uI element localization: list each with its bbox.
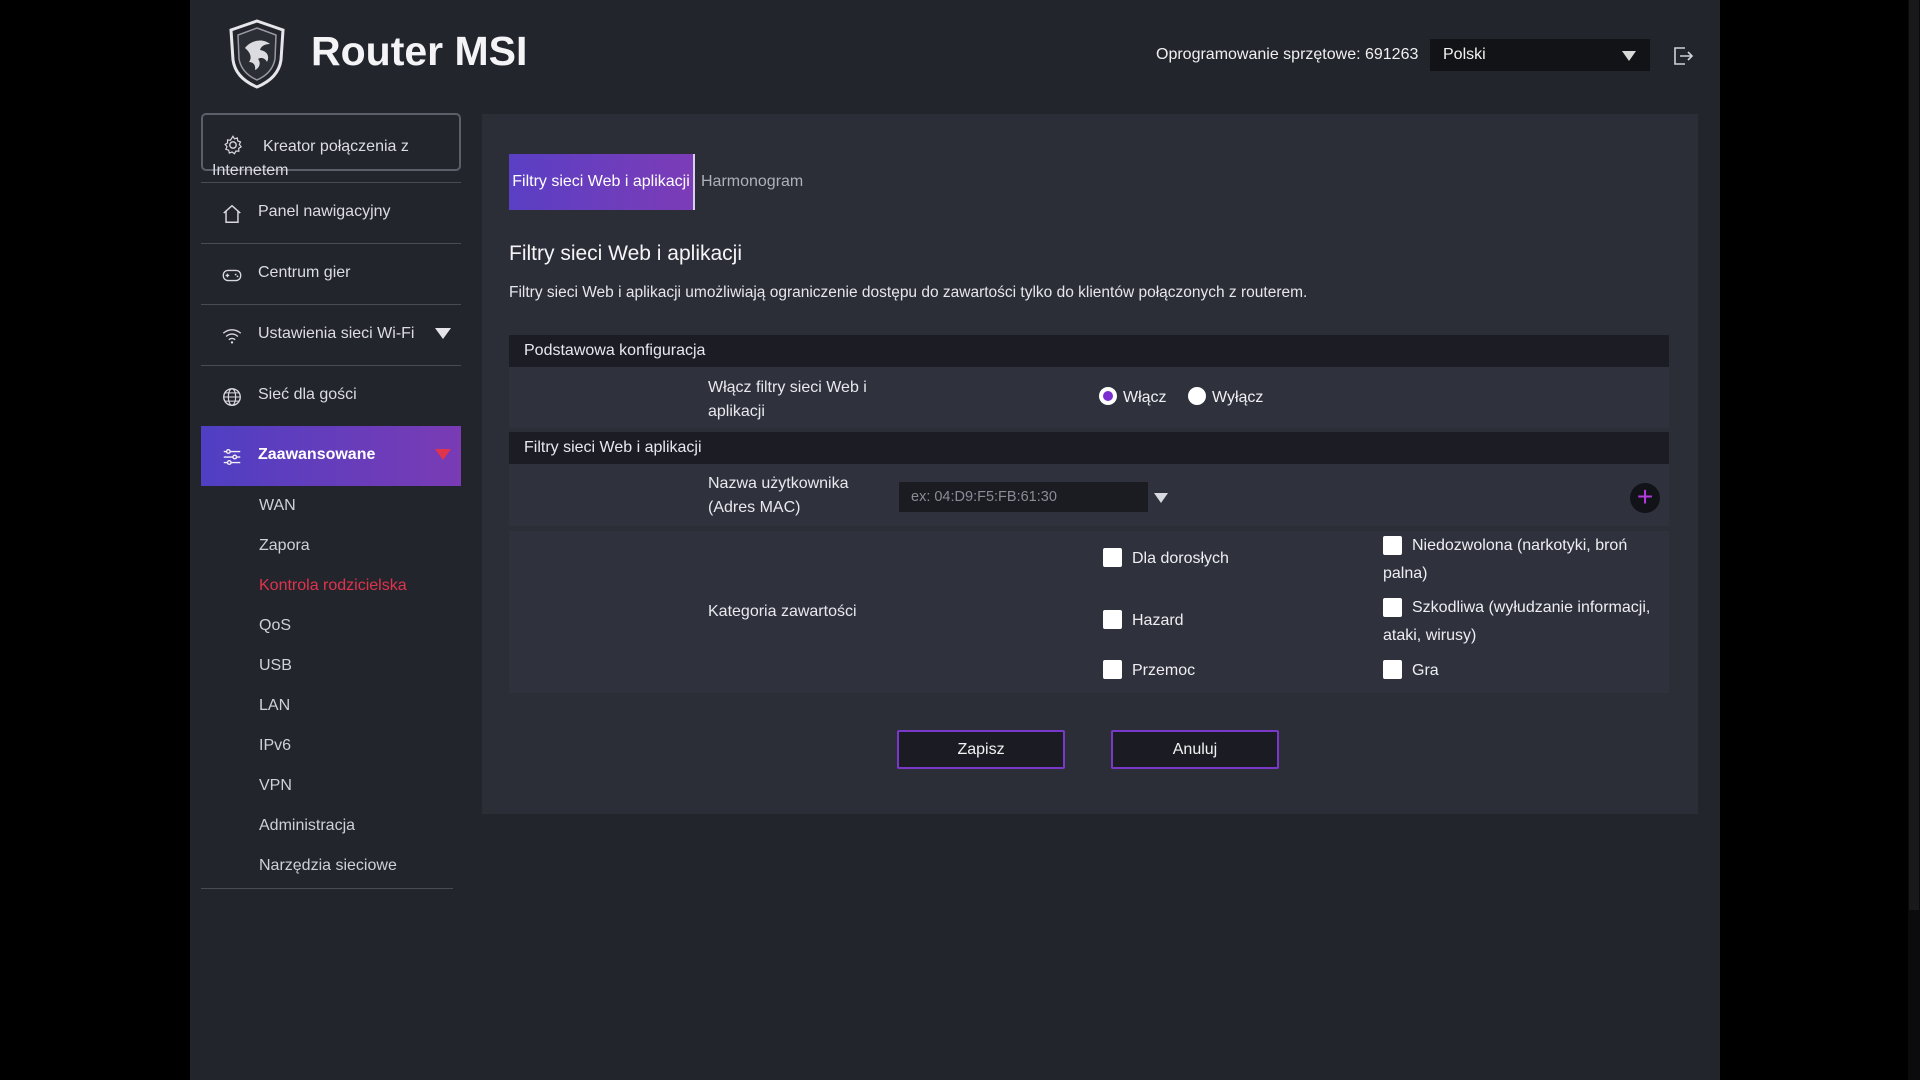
page-title: Filtry sieci Web i aplikacji (509, 242, 742, 265)
sidebar-subitem-wan[interactable]: WAN (259, 497, 296, 515)
sidebar-item-label: Sieć dla gości (258, 386, 357, 403)
add-icon[interactable]: + (1630, 483, 1660, 513)
router-app: Router MSI Oprogramowanie sprzętowe: 691… (190, 0, 1720, 1080)
sidebar-subitem-vpn[interactable]: VPN (259, 777, 292, 795)
gamepad-icon (222, 269, 242, 282)
sidebar-subitem-lan[interactable]: LAN (259, 697, 290, 715)
sidebar-item-dashboard[interactable]: Panel nawigacyjny (201, 182, 461, 242)
checkbox-adult-label: Dla dorosłych (1132, 550, 1229, 567)
sidebar-subitem-qos[interactable]: QoS (259, 617, 291, 635)
tab-schedule[interactable]: Harmonogram (701, 154, 803, 210)
sidebar-subitem-parental-control[interactable]: Kontrola rodzicielska (259, 577, 407, 595)
sidebar-item-wifi-settings[interactable]: Ustawienia sieci Wi-Fi (201, 304, 461, 364)
content-category-label: Kategoria zawartości (708, 603, 857, 620)
page-description: Filtry sieci Web i aplikacji umożliwiają… (509, 284, 1308, 301)
language-select[interactable]: Polski (1430, 39, 1650, 71)
sidebar-divider (201, 888, 453, 889)
sidebar-item-label: Centrum gier (258, 264, 351, 281)
tab-web-app-filters[interactable]: Filtry sieci Web i aplikacji (509, 154, 695, 210)
firmware-version: Oprogramowanie sprzętowe: 691263 (1156, 46, 1419, 63)
checkbox-game[interactable] (1383, 660, 1402, 679)
checkbox-violence-label: Przemoc (1132, 662, 1196, 679)
sidebar-item-advanced[interactable]: Zaawansowane (201, 426, 461, 486)
sidebar-subitem-network-tools[interactable]: Narzędzia sieciowe (259, 857, 397, 875)
msi-logo-icon (229, 19, 285, 89)
chevron-down-icon (435, 328, 451, 339)
logout-icon[interactable] (1671, 44, 1695, 68)
radio-disable-label: Wyłącz (1212, 389, 1264, 406)
checkbox-violence[interactable] (1103, 660, 1122, 679)
wizard-label: Kreator połączenia z Internetem (212, 138, 409, 179)
checkbox-gambling-label: Hazard (1132, 612, 1184, 629)
section-header-filters: Filtry sieci Web i aplikacji (509, 432, 1669, 464)
chevron-down-icon (1622, 51, 1636, 61)
sidebar-subitem-usb[interactable]: USB (259, 657, 292, 675)
brand-title: Router MSI (311, 28, 528, 74)
radio-enable-label: Włącz (1123, 389, 1167, 406)
cancel-button[interactable]: Anuluj (1111, 730, 1279, 769)
radio-disable[interactable] (1188, 387, 1206, 405)
user-mac-label: Nazwa użytkownika (Adres MAC) (708, 475, 849, 516)
sidebar-item-game-center[interactable]: Centrum gier (201, 243, 461, 303)
section-header-basic: Podstawowa konfiguracja (509, 335, 1669, 367)
checkbox-game-label: Gra (1412, 662, 1439, 679)
sliders-icon (223, 448, 241, 466)
scrollbar-thumb[interactable] (1909, 0, 1919, 910)
home-icon (223, 204, 241, 223)
checkbox-harmful-label: Szkodliwa (wyłudzanie informacji, ataki,… (1383, 599, 1651, 644)
language-value: Polski (1443, 46, 1486, 63)
enable-filters-label: Włącz filtry sieci Web i aplikacji (708, 379, 867, 420)
chevron-down-icon[interactable] (1154, 493, 1168, 503)
mac-address-input[interactable] (899, 482, 1148, 512)
checkbox-adult[interactable] (1103, 548, 1122, 567)
enable-row (509, 367, 1669, 428)
sidebar-item-guest-network[interactable]: Sieć dla gości (201, 365, 461, 425)
checkbox-gambling[interactable] (1103, 610, 1122, 629)
sidebar-subitem-firewall[interactable]: Zapora (259, 537, 310, 555)
sidebar-subitem-ipv6[interactable]: IPv6 (259, 737, 291, 755)
save-button[interactable]: Zapisz (897, 730, 1065, 769)
sidebar-item-label: Zaawansowane (258, 446, 376, 463)
radio-enable[interactable] (1099, 387, 1117, 405)
sidebar-item-label: Panel nawigacyjny (258, 203, 391, 220)
sidebar-subitem-administration[interactable]: Administracja (259, 817, 355, 835)
wifi-icon (222, 329, 242, 344)
globe-icon (223, 388, 241, 406)
checkbox-illegal-label: Niedozwolona (narkotyki, broń palna) (1383, 537, 1628, 582)
chevron-down-icon (435, 449, 451, 460)
internet-wizard-button[interactable]: Kreator połączenia z Internetem (201, 113, 461, 179)
sidebar-item-label: Ustawienia sieci Wi-Fi (258, 325, 415, 342)
content-panel: Filtry sieci Web i aplikacji Harmonogram… (482, 114, 1698, 814)
